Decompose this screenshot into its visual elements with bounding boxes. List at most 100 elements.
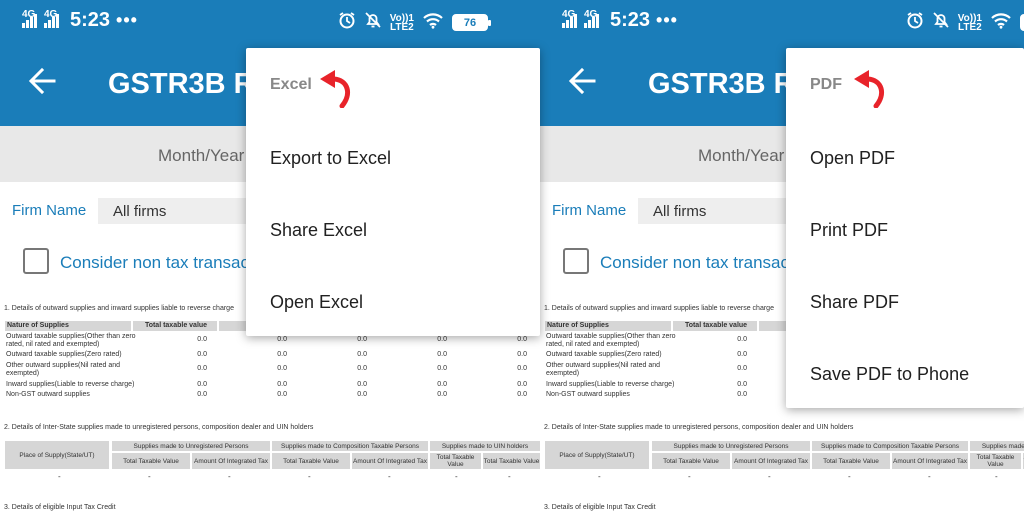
menu-item[interactable]: Open PDF [810,148,895,169]
row-value: 0.0 [517,391,527,398]
table-header: Total taxable value [673,321,757,331]
row-value: 0.0 [737,365,747,372]
table-row: Inward supplies(Liable to reverse charge… [5,381,540,389]
arrow-left-icon[interactable] [568,66,596,96]
page-title: GSTR3B R [648,68,795,100]
arrow-left-icon[interactable] [28,66,56,96]
row-value: 0.0 [197,365,207,372]
firm-name-label: Firm Name [552,202,627,219]
section-1-title: 1. Details of outward supplies and inwar… [4,305,234,312]
row-value: 0.0 [737,351,747,358]
firm-select-value: All firms [653,203,707,220]
section-2-title: 2. Details of Inter-State supplies made … [544,424,854,431]
row-label: Non-GST outward supplies [546,391,630,398]
row-value: 0.0 [197,391,207,398]
volte-indicator: Vo))1 LTE2 [957,12,982,33]
menu-item[interactable]: Export to Excel [270,148,391,169]
row-value: 0.0 [517,365,527,372]
menu-item[interactable]: Share PDF [810,292,899,313]
table-2-header: Place of Supply(State/UT) Supplies made t… [545,441,1024,469]
table-header: Nature of Supplies [545,321,671,331]
battery-level: 76 [463,16,477,29]
status-bar: 4G 4G 5:23••• Vo))1LTE2 76 [0,0,540,42]
row-value: 0.0 [277,336,287,343]
table-header: Supplies made to Composition Taxable Per… [812,441,968,451]
battery-icon: 76 [452,14,491,31]
row-label: Other outward supplies(Nil rated and exe… [6,362,121,377]
notifications-off-icon [364,11,382,34]
row-value: 0.0 [357,381,367,388]
row-value: 0.0 [277,391,287,398]
menu-item[interactable]: Share Excel [270,220,367,241]
table-header: Amount Of Integrated Tax [892,453,968,469]
more-notifications-icon: ••• [116,10,138,30]
wifi-icon [422,11,444,34]
section-2-title: 2. Details of Inter-State supplies made … [4,424,314,431]
row-label: Inward supplies(Liable to reverse charge… [546,381,675,388]
row-label: Other outward supplies(Nil rated and exe… [546,362,661,377]
alarm-icon [338,11,356,34]
month-year-label: Month/Year [158,146,245,165]
row-value: 0.0 [277,365,287,372]
table-header: Supplies made to UIN holders [430,441,540,451]
alarm-icon [906,11,924,34]
section-3-title: 3. Details of eligible Input Tax Credit [4,504,116,511]
row-label: Outward taxable supplies(Zero rated) [546,351,662,358]
row-label: Non-GST outward supplies [6,391,90,398]
status-left: 4G 4G 5:23 ••• [562,9,678,32]
row-value: 0.0 [197,381,207,388]
row-label: Outward taxable supplies(Other than zero… [6,333,136,348]
status-right: Vo))1LTE2 76 [338,11,491,34]
row-value: 0.0 [357,391,367,398]
notifications-off-icon [932,11,950,34]
signal-1-icon: 4G [22,9,38,28]
row-value: 0.0 [737,391,747,398]
row-value: 0.0 [277,351,287,358]
consider-non-tax-checkbox[interactable] [23,248,49,274]
menu-item[interactable]: Open Excel [270,292,363,313]
row-value: 0.0 [357,336,367,343]
table-header: Total Taxable Value [272,453,350,469]
row-value: 0.0 [197,336,207,343]
row-value: 0.0 [737,381,747,388]
row-value: 0.0 [737,336,747,343]
row-value: 0.0 [517,351,527,358]
status-right: Vo))1LTE2 76 [906,11,1024,34]
table-header: Total Taxable Value [652,453,730,469]
firm-name-label: Firm Name [12,202,87,219]
row-value: 0.0 [517,381,527,388]
volte-indicator: Vo))1 LTE2 [389,12,414,33]
table-header: Amount Of Integrated Tax [352,453,428,469]
table-header: Amount Of Integrated Tax [732,453,810,469]
table-row: Non-GST outward supplies 0.0 0.0 0.0 0.0 0.0 [5,391,540,399]
row-value: 0.0 [437,365,447,372]
menu-item[interactable]: Save PDF to Phone [810,364,969,385]
month-year-label: Month/Year [698,146,785,165]
signal-1-icon: 4G [562,9,578,28]
menu-item[interactable]: Print PDF [810,220,888,241]
signal-2-icon: 4G [44,9,60,28]
battery-icon: 76 [1020,14,1024,31]
signal-2-icon: 4G [584,9,600,28]
section-1-title: 1. Details of outward supplies and inwar… [544,305,774,312]
menu-title: Excel [270,76,312,93]
red-arrow-icon [852,68,886,109]
row-value: 0.0 [197,351,207,358]
consider-non-tax-checkbox[interactable] [563,248,589,274]
table-header: Total Taxable Value [483,453,540,469]
page-title: GSTR3B R [108,68,255,100]
status-time: 5:23 [610,9,651,31]
pdf-menu: PDF Open PDF Print PDF Share PDF Save PDF to… [786,48,1024,408]
row-label: Outward taxable supplies(Other than zero… [546,333,676,348]
section-3-title: 3. Details of eligible Input Tax Credit [544,504,656,511]
row-value: 0.0 [277,381,287,388]
more-notifications-icon: ••• [656,10,678,30]
table-2-header: Place of Supply(State/UT) Supplies made t… [5,441,540,469]
table-header: Supplies made to Unregistered Persons [652,441,810,451]
table-row: Other outward supplies(Nil rated and exe… [5,362,540,377]
status-left: 4G 4G 5:23 ••• [22,9,138,32]
status-bar: 4G 4G 5:23••• Vo))1LTE2 76 [540,0,1024,42]
table-header: Amount Of Integrated Tax [192,453,270,469]
row-value: 0.0 [357,365,367,372]
table-header: Nature of Supplies [5,321,131,331]
